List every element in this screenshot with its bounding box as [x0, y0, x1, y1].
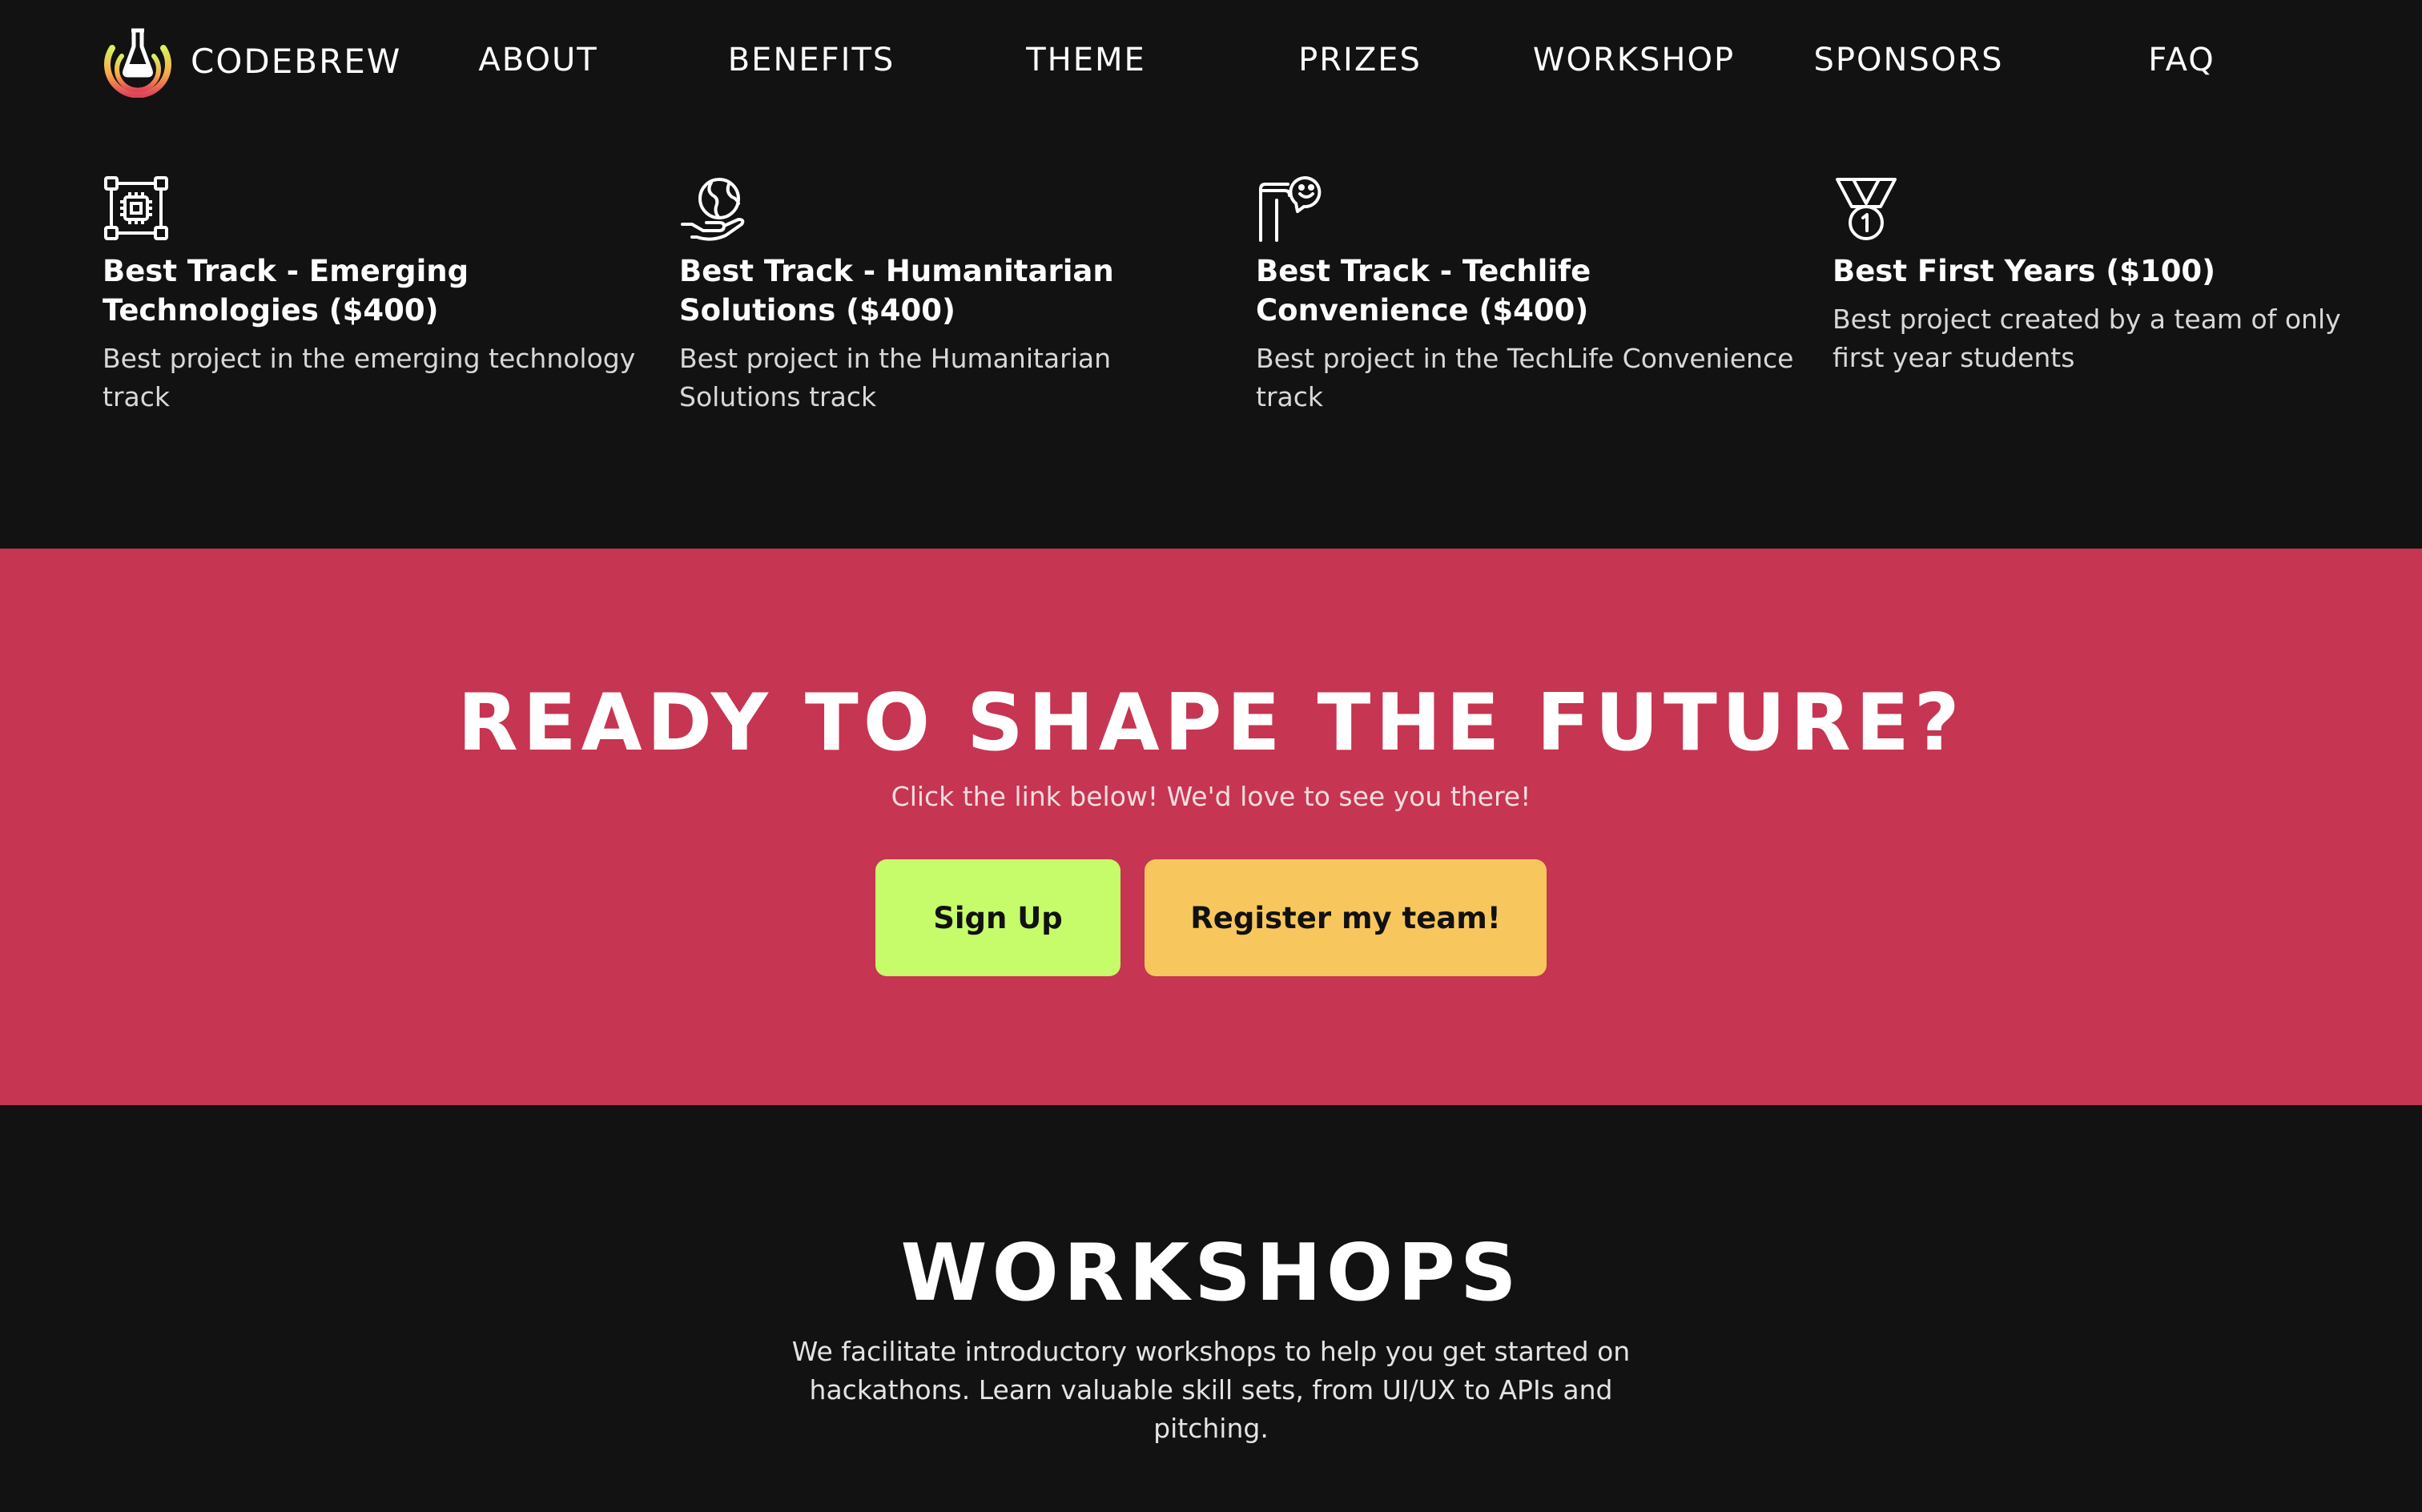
flag-smiley-icon [1259, 176, 1322, 242]
brand-name: CODEBREW [191, 41, 402, 81]
workshops-title: WORKSHOPS [900, 1228, 1522, 1319]
brand-logo[interactable]: CODEBREW [101, 21, 401, 101]
register-team-button[interactable]: Register my team! [1145, 859, 1547, 976]
prize-title: Best Track - Humanitarian Solutions ($40… [679, 254, 1114, 328]
sign-up-button[interactable]: Sign Up [875, 859, 1120, 976]
prize-card: Best First Years ($100) Best project cre… [1833, 175, 2385, 377]
nav-link-benefits[interactable]: BENEFITS [728, 42, 895, 78]
nav-link-about[interactable]: ABOUT [478, 42, 597, 78]
prize-title: Best Track - Emerging Technologies ($400… [103, 254, 469, 328]
chip-icon [104, 176, 168, 240]
cta-title: READY TO SHAPE THE FUTURE? [457, 678, 1965, 769]
workshops-description: We facilitate introductory workshops to … [791, 1336, 1631, 1444]
prize-description: Best project created by a team of only f… [1833, 304, 2341, 373]
nav-link-faq[interactable]: FAQ [2148, 42, 2215, 78]
prize-card: Best Track - Emerging Technologies ($400… [103, 175, 655, 416]
cta-section: READY TO SHAPE THE FUTURE? Click the lin… [0, 549, 2422, 1105]
prize-description: Best project in the Humanitarian Solutio… [679, 343, 1112, 412]
nav-link-prizes[interactable]: PRIZES [1298, 42, 1422, 78]
flask-logo-icon [104, 28, 171, 98]
nav-link-workshop[interactable]: WORKSHOP [1533, 42, 1735, 78]
prize-card: Best Track - Humanitarian Solutions ($40… [679, 175, 1232, 416]
prize-description: Best project in the emerging technology … [103, 343, 636, 412]
top-navigation: CODEBREW ABOUT BENEFITS THEME PRIZES WOR… [0, 0, 2422, 120]
prize-title: Best First Years ($100) [1833, 254, 2216, 288]
nav-link-sponsors[interactable]: SPONSORS [1814, 42, 2004, 78]
medal-icon [1836, 178, 1897, 240]
cta-subtitle: Click the link below! We'd love to see y… [891, 781, 1531, 812]
globe-hand-icon [681, 178, 745, 241]
nav-link-theme[interactable]: THEME [1026, 42, 1146, 78]
prize-title: Best Track - Techlife Convenience ($400) [1256, 254, 1591, 328]
prize-card: Best Track - Techlife Convenience ($400)… [1256, 175, 1808, 416]
prize-description: Best project in the TechLife Convenience… [1256, 343, 1794, 412]
